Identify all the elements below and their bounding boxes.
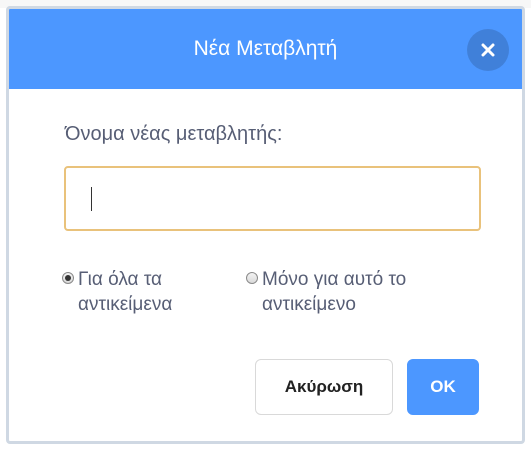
radio-checked-icon[interactable] bbox=[62, 272, 74, 284]
dialog-backdrop: Νέα Μεταβλητή Όνομα νέας μεταβλητής: Για… bbox=[0, 0, 531, 450]
scope-option-all-sprites-label: Για όλα τα αντικείμενα bbox=[78, 269, 173, 315]
new-variable-dialog: Νέα Μεταβλητή Όνομα νέας μεταβλητής: Για… bbox=[6, 6, 525, 444]
scope-option-this-sprite[interactable]: Μόνο για αυτό το αντικείμενο bbox=[246, 267, 486, 317]
cancel-button[interactable]: Ακύρωση bbox=[255, 359, 393, 415]
scope-option-this-sprite-label: Μόνο για αυτό το αντικείμενο bbox=[262, 269, 407, 315]
variable-name-label: Όνομα νέας μεταβλητής: bbox=[65, 123, 283, 145]
dialog-title: Νέα Μεταβλητή bbox=[193, 37, 338, 60]
radio-unchecked-icon[interactable] bbox=[246, 272, 258, 284]
close-button[interactable] bbox=[467, 29, 509, 71]
ok-button[interactable]: OK bbox=[407, 359, 479, 415]
variable-name-input[interactable] bbox=[64, 166, 481, 231]
text-caret bbox=[91, 187, 92, 211]
dialog-header: Νέα Μεταβλητή bbox=[9, 9, 522, 89]
dialog-body: Όνομα νέας μεταβλητής: Για όλα τα αντικε… bbox=[9, 89, 522, 441]
scope-option-all-sprites[interactable]: Για όλα τα αντικείμενα bbox=[62, 267, 232, 317]
close-icon bbox=[481, 43, 495, 57]
